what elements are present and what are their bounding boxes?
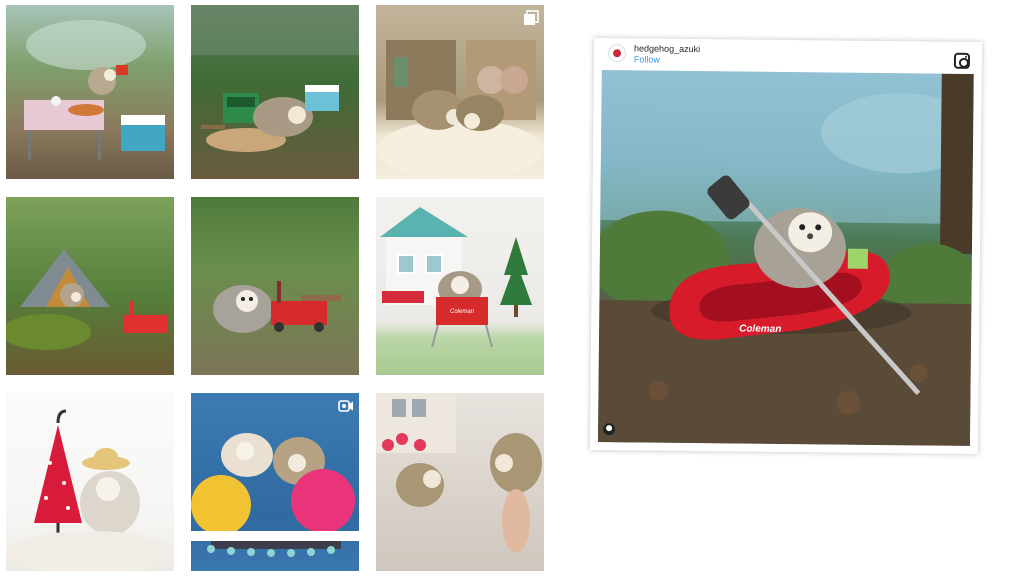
username-link[interactable]: hedgehog_azuki bbox=[634, 43, 700, 54]
stove-scene-art bbox=[191, 5, 359, 152]
video-icon bbox=[338, 398, 354, 414]
embed-photo[interactable]: Coleman bbox=[597, 70, 974, 446]
embed-header: hedgehog_azuki Follow bbox=[594, 38, 982, 72]
photo-tile-dollhouse[interactable]: Coleman bbox=[376, 197, 544, 375]
kayak-scene-art: Coleman bbox=[597, 70, 974, 446]
svg-text:Coleman: Coleman bbox=[450, 309, 475, 315]
follow-button[interactable]: Follow bbox=[634, 54, 660, 64]
umbrella-scene-art bbox=[6, 409, 174, 571]
dollhouse-scene-art: Coleman bbox=[380, 207, 532, 348]
tent-scene-art bbox=[6, 249, 168, 350]
photo-tile-tent[interactable] bbox=[6, 197, 174, 375]
collage-page: Coleman hedgehog_azuki Follow Coleman bbox=[0, 0, 1024, 576]
photo-tile-wagon[interactable] bbox=[191, 197, 359, 375]
avatar[interactable] bbox=[607, 44, 627, 63]
photo-tile-umbrella[interactable] bbox=[6, 393, 174, 571]
multi-photo-icon bbox=[523, 10, 539, 26]
person-tag-icon[interactable] bbox=[603, 423, 616, 436]
kayak-brand-text: Coleman bbox=[739, 324, 781, 335]
rug-scene-art bbox=[376, 40, 544, 179]
picnic-scene-art bbox=[24, 20, 165, 160]
mirror-scene-art bbox=[376, 393, 542, 553]
wagon-scene-art bbox=[213, 281, 341, 333]
photo-tile-rug[interactable] bbox=[376, 5, 544, 179]
photo-tile-mirror[interactable] bbox=[376, 393, 544, 571]
instagram-embed-card: hedgehog_azuki Follow Coleman bbox=[589, 37, 983, 455]
instagram-icon[interactable] bbox=[953, 52, 971, 69]
photo-tile-camping-stove[interactable] bbox=[191, 5, 359, 179]
pompom-scene-art bbox=[191, 433, 359, 557]
photo-tile-pompom[interactable] bbox=[191, 393, 359, 571]
photo-tile-picnic[interactable] bbox=[6, 5, 174, 179]
